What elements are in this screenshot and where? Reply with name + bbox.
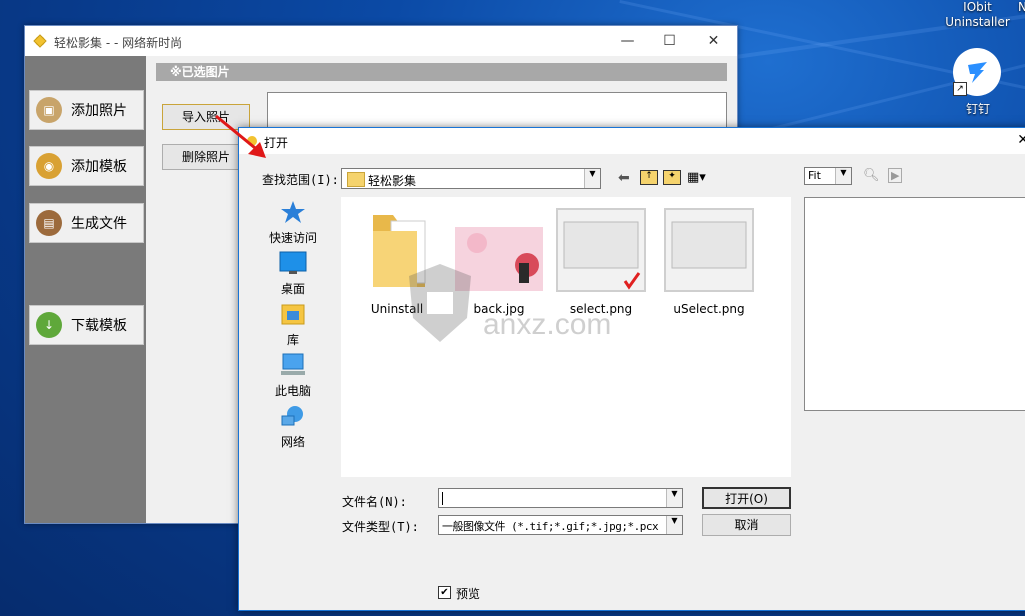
preview-label: 预览: [456, 587, 481, 601]
nav-add-photo[interactable]: ▣ 添加照片: [29, 90, 144, 130]
shortcut-arrow-icon: ↗: [953, 82, 967, 96]
red-arrow-annotation: [215, 114, 266, 158]
chevron-down-icon[interactable]: ▼: [835, 168, 851, 184]
app-title: 轻松影集 - - 网络新时尚: [54, 36, 183, 50]
place-quick-access[interactable]: 快速访问: [253, 200, 333, 246]
close-button[interactable]: ✕: [691, 26, 736, 56]
network-icon: [281, 406, 303, 426]
preview-pane: [804, 197, 1025, 411]
look-in-value: 轻松影集: [368, 174, 417, 188]
zoom-icon[interactable]: 🔍︎: [863, 168, 880, 183]
back-arrow-icon[interactable]: ⬅: [618, 170, 630, 186]
chevron-down-icon[interactable]: ▼: [666, 516, 682, 534]
desktop-icon: [279, 251, 307, 274]
app-titlebar[interactable]: 轻松影集 - - 网络新时尚 — ☐ ✕: [25, 26, 737, 56]
iobit-icon-label[interactable]: IObit Uninstaller: [940, 0, 1015, 30]
photo-icon: ▣: [36, 97, 62, 123]
filename-input[interactable]: ▼: [438, 488, 683, 508]
look-in-label: 查找范围(I):: [262, 173, 339, 187]
view-menu-icon[interactable]: ▦▾: [687, 170, 706, 185]
text-caret: [442, 492, 443, 505]
dialog-close-icon[interactable]: ✕: [1017, 132, 1025, 148]
zoom-value: Fit: [808, 169, 821, 182]
maximize-button[interactable]: ☐: [647, 26, 692, 56]
iobit-label-line2: Uninstaller: [945, 15, 1010, 29]
chevron-down-icon[interactable]: ▼: [584, 169, 600, 188]
place-quick-access-label: 快速访问: [268, 231, 317, 245]
chevron-down-icon[interactable]: ▼: [666, 489, 682, 507]
nav-generate-file[interactable]: ▤ 生成文件: [29, 203, 144, 243]
computer-icon: [281, 353, 305, 375]
filename-label: 文件名(N):: [342, 495, 407, 509]
nav-add-photo-label: 添加照片: [71, 103, 127, 119]
watermark-text: anxz.com: [483, 308, 612, 341]
star-icon: [281, 201, 305, 223]
edge-letter: N: [1018, 0, 1025, 14]
up-folder-icon[interactable]: ↑: [640, 170, 658, 185]
library-icon: [281, 304, 305, 325]
file-item[interactable]: uSelect.png: [661, 207, 757, 316]
place-network[interactable]: 网络: [253, 404, 333, 450]
watermark: anxz.com: [405, 262, 615, 346]
shield-icon: [409, 264, 471, 342]
zoom-combo[interactable]: Fit ▼: [804, 167, 852, 185]
dingtalk-label: 钉钉: [965, 102, 990, 116]
nav-generate-file-label: 生成文件: [71, 216, 127, 232]
open-dialog: 打开 ✕ 查找范围(I): 轻松影集 ▼ ⬅ ↑ ✦ ▦▾ Fit ▼ 🔍︎ ▶…: [238, 127, 1025, 611]
download-icon: ↓: [36, 312, 62, 338]
folder-icon: [347, 172, 365, 187]
nav-download-template-label: 下载模板: [71, 318, 127, 334]
nav-download-template[interactable]: ↓ 下载模板: [29, 305, 144, 345]
film-icon: ▤: [36, 210, 62, 236]
file-name: uSelect.png: [673, 302, 745, 316]
open-button[interactable]: 打开(O): [702, 487, 791, 509]
filetype-value: 一般图像文件 (*.tif;*.gif;*.jpg;*.pcx: [442, 520, 659, 533]
app-logo-icon: [33, 34, 47, 48]
nav-add-template[interactable]: ◉ 添加模板: [29, 146, 144, 186]
filetype-label: 文件类型(T):: [342, 520, 419, 534]
image-thumbnail-icon: [664, 208, 754, 292]
preview-checkbox[interactable]: ✔: [438, 586, 451, 599]
nav-add-template-label: 添加模板: [71, 159, 127, 175]
look-in-combo[interactable]: 轻松影集 ▼: [341, 168, 601, 189]
place-library[interactable]: 库: [253, 302, 333, 348]
new-folder-icon[interactable]: ✦: [663, 170, 681, 185]
dialog-titlebar[interactable]: 打开 ✕: [239, 128, 1025, 154]
disc-icon: ◉: [36, 153, 62, 179]
cancel-button[interactable]: 取消: [702, 514, 791, 536]
place-network-label: 网络: [280, 435, 305, 449]
minimize-button[interactable]: —: [605, 26, 650, 56]
filetype-select[interactable]: 一般图像文件 (*.tif;*.gif;*.jpg;*.pcx ▼: [438, 515, 683, 535]
place-desktop-label: 桌面: [280, 282, 305, 296]
place-desktop[interactable]: 桌面: [253, 251, 333, 297]
play-icon[interactable]: ▶: [888, 168, 903, 183]
place-this-pc-label: 此电脑: [274, 384, 311, 398]
iobit-label-line1: IObit: [963, 0, 992, 14]
place-this-pc[interactable]: 此电脑: [253, 353, 333, 399]
selected-photos-header: ※已选图片: [156, 63, 727, 81]
app-sidebar: ▣ 添加照片 ◉ 添加模板 ▤ 生成文件 ↓ 下载模板: [25, 56, 146, 523]
place-library-label: 库: [286, 333, 299, 347]
